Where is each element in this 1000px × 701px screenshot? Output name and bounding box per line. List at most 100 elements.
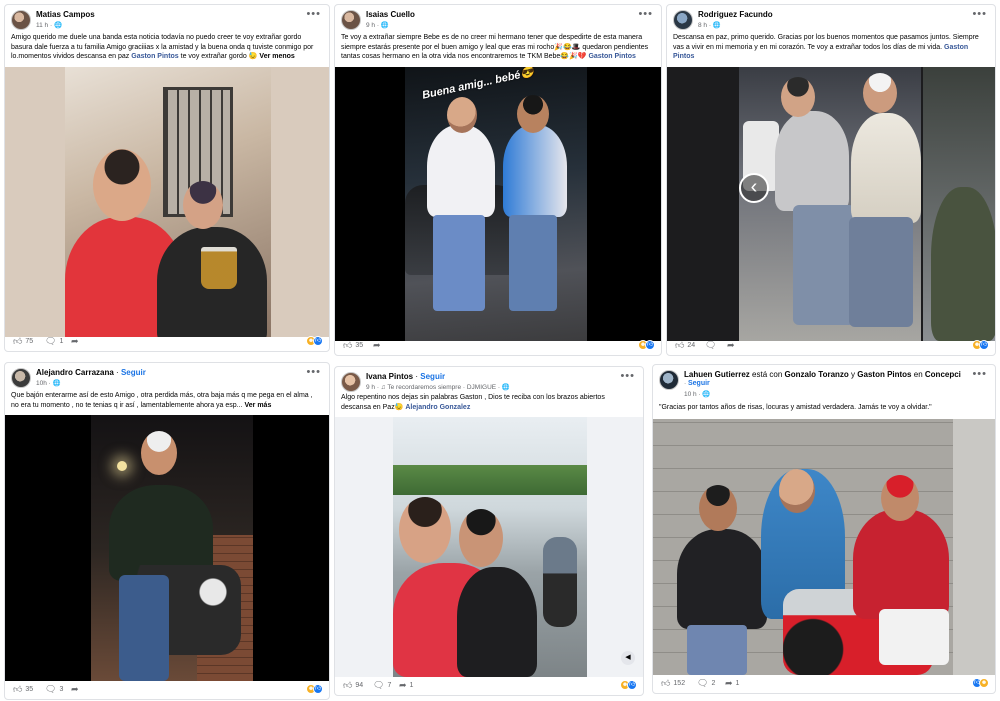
post-photo-carousel[interactable]: ‹ [667,67,995,341]
comment-button[interactable]: 🗨︎ 2 [697,679,715,688]
more-options-icon[interactable]: ••• [620,371,635,382]
mute-icon[interactable]: ◀︎ [621,651,635,665]
chevron-left-icon[interactable]: ‹ [739,173,769,203]
reaction-summary[interactable]: ☻ 👍︎ [638,340,655,350]
author-name[interactable]: Ivana Pintos [366,372,413,381]
photo-image [65,67,271,337]
author-name[interactable]: Rodriguez Facundo [698,10,773,19]
post-actions: 👍︎ 35 🗨︎ 3 ➦ ☻ 👍︎ [5,681,329,699]
like-button[interactable]: 👍︎ 35 [13,685,33,694]
follow-link[interactable]: Seguir [420,372,445,381]
post-text: "Gracias por tantos años de risas, locur… [659,404,932,411]
photo-person [853,509,949,619]
author-name[interactable]: Matias Campos [36,10,95,19]
reaction-summary[interactable]: ☻ 👍︎ [620,680,637,690]
post-video[interactable]: Buena amig... bebé😎 [335,67,661,341]
photo-person-head [399,497,451,563]
tagged-user-link[interactable]: Alejandro Gonzalez [405,404,470,411]
location-link[interactable]: Concepción [925,370,961,379]
post-header: Lahuen Gutierrez está con Gonzalo Toranz… [653,365,995,398]
photo-person-head [183,181,223,229]
avatar[interactable] [11,10,31,30]
post-card: Rodriguez Facundo 8 h · 🌐 ••• Descansa e… [666,4,996,356]
see-less-link[interactable]: Ver menos [259,53,294,60]
share-button[interactable]: ➦ 1 [725,679,739,688]
comment-button[interactable]: 🗨︎ [705,341,716,350]
photo-image [739,67,921,341]
avatar[interactable] [11,368,31,388]
comment-button[interactable]: 🗨︎ 3 [45,685,63,694]
share-count: 1 [409,682,414,689]
more-options-icon[interactable]: ••• [306,9,321,20]
author-name[interactable]: Lahuen Gutierrez [684,370,750,379]
like-icon: 👍︎ [343,340,353,350]
comment-count: 7 [387,682,392,689]
photo-image-next [923,67,995,341]
follow-link[interactable]: Seguir [121,368,146,377]
like-button[interactable]: 👍︎ 152 [661,679,685,688]
share-button[interactable]: ➦ [727,341,735,350]
share-button[interactable]: ➦ 1 [399,681,413,690]
reaction-summary[interactable]: 👍︎ ☻ [972,678,989,688]
like-reaction-icon: 👍︎ [313,684,323,694]
like-icon: 👍︎ [661,678,671,688]
photo-person [677,529,767,629]
share-button[interactable]: ➦ [71,337,79,346]
post-text: Algo repentino nos dejas sin palabras Ga… [341,394,605,411]
like-button[interactable]: 👍︎ 35 [343,341,363,350]
like-button[interactable]: 👍︎ 24 [675,341,695,350]
like-reaction-icon: 👍︎ [645,340,655,350]
tagged-friend-link[interactable]: Gaston Pintos [857,370,911,379]
photo-person-head [781,77,815,117]
post-header: Isaias Cuello 9 h · 🌐 ••• [335,5,661,33]
tagged-friend-link[interactable]: Gonzalo Toranzo [785,370,849,379]
like-icon: 👍︎ [675,340,685,350]
more-options-icon[interactable]: ••• [972,369,987,380]
author-name[interactable]: Alejandro Carrazana [36,368,114,377]
photo-person-head [863,73,897,113]
post-text: Que bajón enterarme así de esto Amigo , … [11,392,313,409]
post-photo[interactable] [653,419,995,675]
see-more-link[interactable]: Ver más [244,402,271,409]
avatar[interactable] [659,370,679,390]
like-button[interactable]: 👍︎ 75 [13,337,33,346]
post-text: Amigo querido me duele una banda esta no… [11,34,314,61]
avatar[interactable] [341,372,361,392]
post-text: Descansa en paz, primo querido. Gracias … [673,34,979,61]
avatar[interactable] [673,10,693,30]
photo-person-head [93,149,151,221]
reaction-summary[interactable]: ☻ 👍︎ [306,684,323,694]
comment-button[interactable]: 🗨︎ 7 [373,681,391,690]
like-icon: 👍︎ [343,680,353,690]
more-options-icon[interactable]: ••• [972,9,987,20]
like-reaction-icon: 👍︎ [627,680,637,690]
reaction-summary[interactable]: ☻ 👍︎ [306,336,323,346]
comment-icon: 🗨︎ [705,340,717,350]
post-video[interactable]: ◀︎ [335,417,643,677]
share-button[interactable]: ➦ [373,341,381,350]
share-button[interactable]: ➦ [71,685,79,694]
post-photo[interactable] [5,67,329,337]
video-caption-overlay: Buena amig... bebé😎 [421,67,536,102]
video-frame: Buena amig... bebé😎 [405,67,587,341]
more-options-icon[interactable]: ••• [306,367,321,378]
comment-button[interactable]: 🗨︎ 1 [45,337,63,346]
like-count: 35 [25,686,34,693]
follow-link[interactable]: Seguir [688,380,710,387]
photo-person [457,567,537,677]
tagged-user-link[interactable]: Gaston Pintos [131,53,178,60]
like-reaction-icon: 👍︎ [979,340,989,350]
post-actions: 👍︎ 94 🗨︎ 7 ➦ 1 ☻ 👍︎ [335,677,643,695]
like-count: 94 [355,682,364,689]
avatar[interactable] [341,10,361,30]
share-icon: ➦ [399,680,407,690]
author-name[interactable]: Isaias Cuello [366,10,415,19]
post-meta: 9 h · 🌐 [366,22,389,29]
reaction-summary[interactable]: ☻ 👍︎ [972,340,989,350]
like-button[interactable]: 👍︎ 94 [343,681,363,690]
post-photo[interactable] [5,415,329,681]
photo-person [775,111,849,211]
more-options-icon[interactable]: ••• [638,9,653,20]
wall-lamp [117,461,127,471]
tagged-user-link[interactable]: Gaston Pintos [588,53,635,60]
